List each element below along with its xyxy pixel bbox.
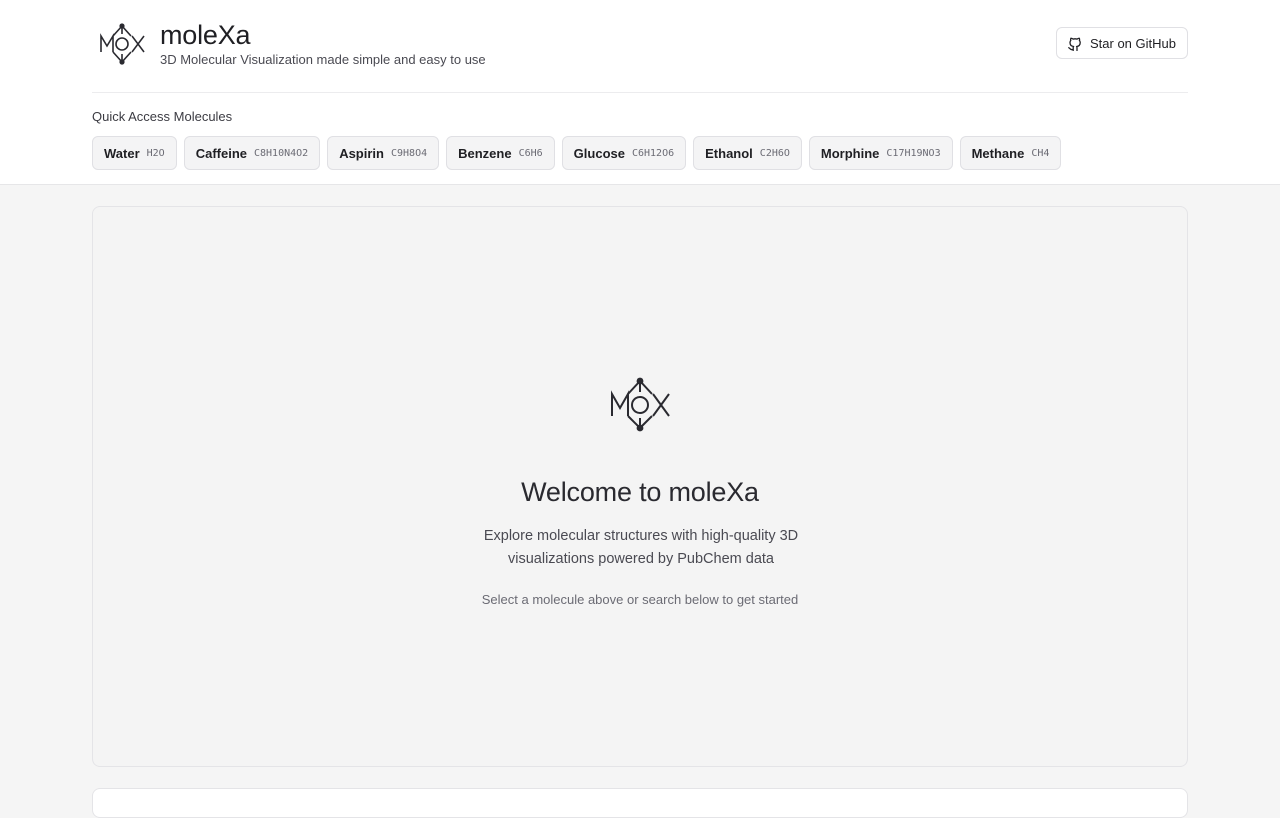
app-header: moleXa 3D Molecular Visualization made s… xyxy=(0,0,1280,185)
molecule-viewer[interactable]: Welcome to moleXa Explore molecular stru… xyxy=(92,206,1188,767)
quick-access-molecules: Water H2O Caffeine C8H10N4O2 Aspirin C9H… xyxy=(92,136,1062,170)
molecule-formula: CH4 xyxy=(1031,147,1050,159)
molecule-name: Caffeine xyxy=(195,145,247,161)
molecule-chip-water[interactable]: Water H2O xyxy=(92,136,177,170)
molecule-formula: C9H8O4 xyxy=(390,147,428,159)
quick-access-label: Quick Access Molecules xyxy=(92,109,233,124)
molecule-chip-benzene[interactable]: Benzene C6H6 xyxy=(446,136,555,170)
brand-text: moleXa 3D Molecular Visualization made s… xyxy=(160,20,486,68)
molecule-name: Water xyxy=(104,145,140,161)
molecule-formula: C8H10N4O2 xyxy=(254,147,309,159)
molecule-formula: H2O xyxy=(146,147,165,159)
search-panel xyxy=(92,788,1188,818)
molecule-name: Morphine xyxy=(820,145,880,161)
molecule-logo-icon xyxy=(611,377,670,432)
molecule-name: Glucose xyxy=(573,145,625,161)
brand[interactable]: moleXa 3D Molecular Visualization made s… xyxy=(92,20,486,68)
molecule-name: Benzene xyxy=(458,145,512,161)
molecule-chip-ethanol[interactable]: Ethanol C2H6O xyxy=(693,136,802,170)
app-subtitle: 3D Molecular Visualization made simple a… xyxy=(160,52,486,67)
star-on-github-button[interactable]: Star on GitHub xyxy=(1056,27,1188,59)
molecule-name: Methane xyxy=(971,145,1025,161)
welcome-title: Welcome to moleXa xyxy=(521,477,759,507)
star-on-github-label: Star on GitHub xyxy=(1090,35,1176,51)
github-icon xyxy=(1068,37,1081,51)
molecule-chip-morphine[interactable]: Morphine C17H19NO3 xyxy=(808,136,953,170)
molecule-chip-aspirin[interactable]: Aspirin C9H8O4 xyxy=(327,136,440,170)
app-title: moleXa xyxy=(160,20,251,50)
welcome-description: Explore molecular structures with high-q… xyxy=(483,528,799,567)
molecule-name: Ethanol xyxy=(705,145,753,161)
molecule-formula: C6H12O6 xyxy=(631,147,675,159)
welcome-hint: Select a molecule above or search below … xyxy=(481,592,799,607)
molecule-chip-caffeine[interactable]: Caffeine C8H10N4O2 xyxy=(183,136,321,170)
molecule-formula: C2H6O xyxy=(759,147,790,159)
molecule-formula: C17H19NO3 xyxy=(886,147,941,159)
molecule-logo-icon xyxy=(100,23,145,65)
header-divider xyxy=(92,92,1188,93)
molecule-chip-glucose[interactable]: Glucose C6H12O6 xyxy=(561,136,687,170)
molecule-formula: C6H6 xyxy=(518,147,543,159)
molecule-name: Aspirin xyxy=(339,145,384,161)
molecule-chip-methane[interactable]: Methane CH4 xyxy=(959,136,1062,170)
